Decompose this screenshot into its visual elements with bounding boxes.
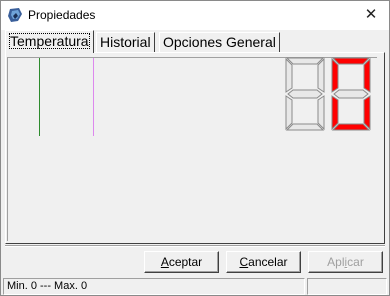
window-title: Propiedades — [28, 8, 96, 22]
tab-label: Historial — [100, 34, 151, 50]
lcd-digit-ones — [331, 57, 371, 131]
segment-d — [285, 123, 325, 131]
button-text-prefix: Apl — [327, 255, 345, 269]
status-panel-2 — [307, 278, 387, 295]
segment-c — [363, 95, 371, 131]
pink-line — [93, 58, 94, 136]
segment-a — [331, 57, 371, 65]
button-text-rest: ceptar — [168, 255, 203, 269]
apply-button[interactable]: Aplicar — [308, 251, 383, 273]
tab-label: Opciones General — [163, 34, 276, 50]
button-text-rest: ancelar — [248, 255, 288, 269]
button-mnemonic: A — [160, 255, 169, 269]
segment-g — [333, 89, 369, 99]
tab-opciones-general[interactable]: Opciones General — [159, 32, 280, 52]
tab-label: Temperatura — [9, 33, 90, 49]
title-bar: Propiedades ✕ — [1, 1, 389, 30]
accept-button[interactable]: Aceptar — [144, 251, 219, 273]
segment-b — [363, 57, 371, 93]
button-text-rest: car — [347, 255, 364, 269]
close-icon: ✕ — [364, 6, 378, 23]
green-line — [39, 58, 40, 136]
app-icon — [8, 8, 22, 22]
segment-d — [331, 123, 371, 131]
tab-temperatura[interactable]: Temperatura — [5, 30, 94, 53]
lcd-digit-tens — [285, 57, 325, 131]
cancel-button[interactable]: Cancelar — [226, 251, 301, 273]
tab-bar: Temperatura Historial Opciones General — [5, 30, 385, 53]
close-button[interactable]: ✕ — [353, 1, 389, 30]
tab-historial[interactable]: Historial — [96, 32, 155, 52]
segment-e — [285, 95, 293, 131]
properties-window: Propiedades ✕ Temperatura Historial Opci… — [0, 0, 390, 296]
segment-c — [317, 95, 325, 131]
status-bar: Min. 0 --- Max. 0 — [1, 276, 389, 295]
segment-a — [285, 57, 325, 65]
segment-b — [317, 57, 325, 93]
segment-e — [331, 95, 339, 131]
segment-f — [331, 57, 339, 93]
status-minmax: Min. 0 --- Max. 0 — [3, 278, 305, 295]
segment-f — [285, 57, 293, 93]
divider — [5, 245, 385, 247]
button-mnemonic: C — [239, 255, 249, 269]
segment-g — [287, 89, 323, 99]
